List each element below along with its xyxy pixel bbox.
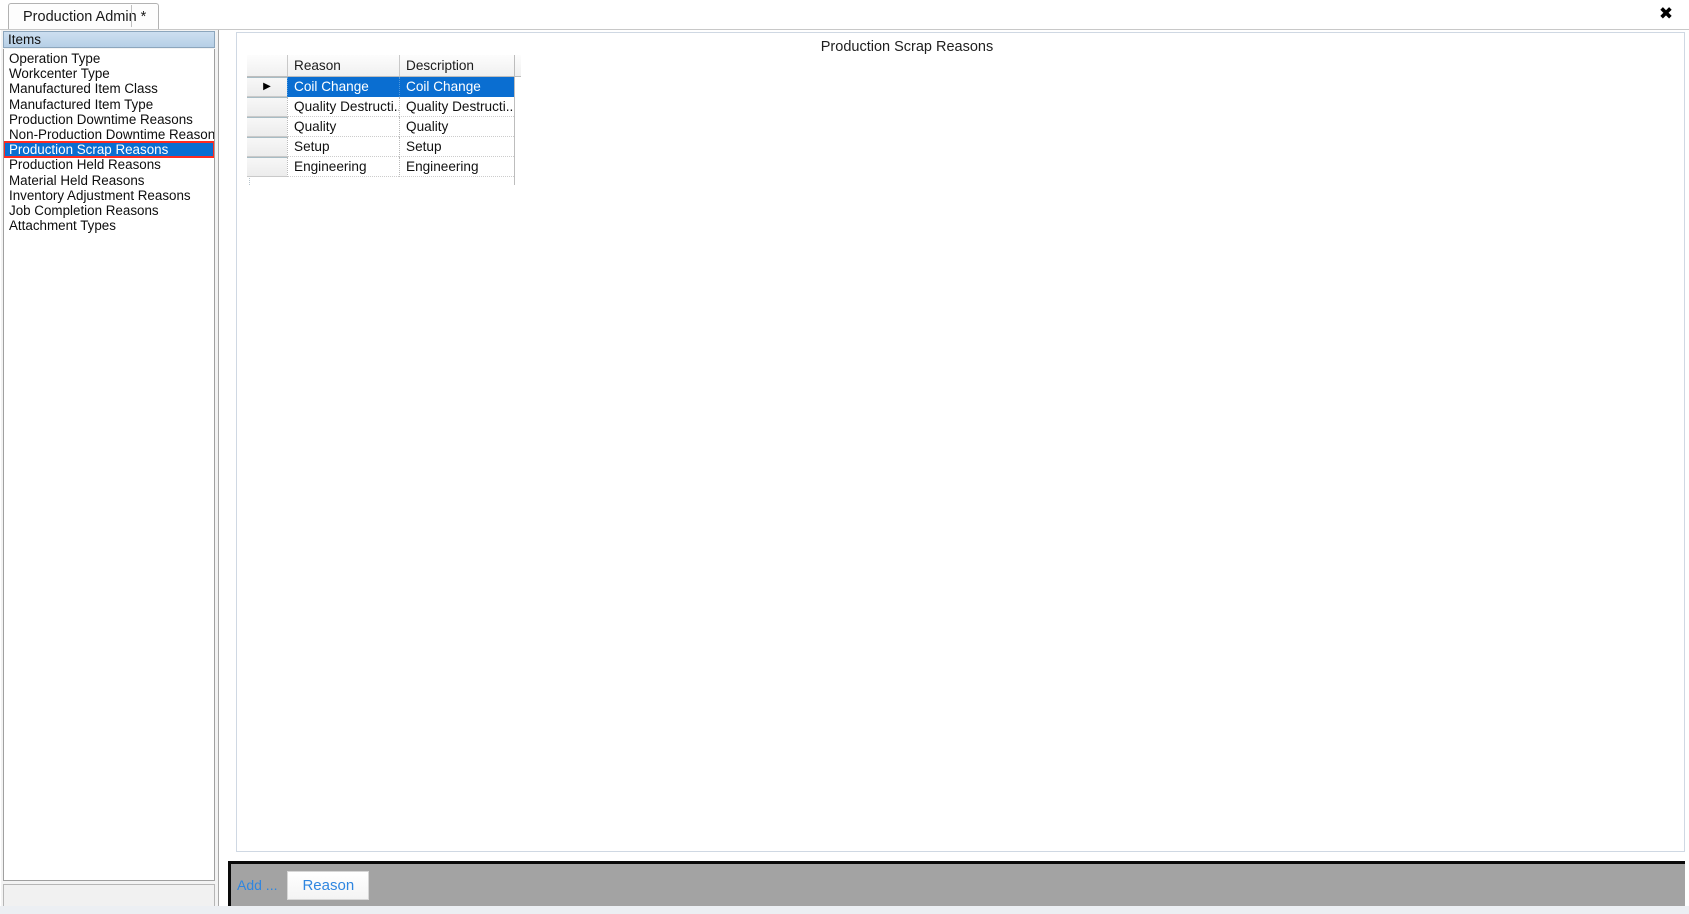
cell-reason[interactable]: Quality Destructi... — [287, 97, 399, 117]
sidebar-item-workcenter-type[interactable]: Workcenter Type — [4, 66, 214, 81]
sidebar-item-manufactured-item-type[interactable]: Manufactured Item Type — [4, 97, 214, 112]
cell-reason[interactable]: Coil Change — [287, 77, 399, 97]
sidebar-item-inventory-adjustment-reasons[interactable]: Inventory Adjustment Reasons — [4, 188, 214, 203]
sidebar-item-job-completion-reasons[interactable]: Job Completion Reasons — [4, 203, 214, 218]
sidebar-item-label: Production Downtime Reasons — [9, 111, 193, 127]
sidebar-item-label: Workcenter Type — [9, 66, 110, 82]
table-row[interactable]: Quality Destructi... Quality Destructi... — [247, 97, 521, 117]
sidebar-item-label: Non-Production Downtime Reasons — [9, 126, 215, 142]
sidebar: Items Operation Type Workcenter Type Manuf… — [1, 30, 219, 913]
bottom-toolbar: Add ... Reason — [228, 861, 1685, 906]
window-bottom-strip — [0, 906, 1689, 914]
sidebar-item-list[interactable]: Operation Type Workcenter Type Manufacture… — [3, 49, 215, 881]
cell-reason[interactable]: Engineering — [287, 157, 399, 177]
row-selector[interactable]: ▶ — [247, 77, 287, 97]
table-row[interactable]: Setup Setup — [247, 137, 521, 157]
tab-production-admin[interactable]: Production Admin * — [8, 3, 160, 29]
sidebar-item-label: Job Completion Reasons — [9, 202, 159, 218]
grid-header-row: Reason Description — [247, 55, 521, 77]
table-row[interactable]: Quality Quality — [247, 117, 521, 137]
sidebar-item-label: Production Held Reasons — [9, 157, 161, 173]
cell-reason[interactable]: Setup — [287, 137, 399, 157]
cell-reason[interactable]: Quality — [287, 117, 399, 137]
cell-description[interactable]: Setup — [399, 137, 514, 157]
tab-label: Production Admin * — [23, 8, 147, 25]
data-grid[interactable]: Reason Description ▶ Coil Change Coil Chan… — [247, 55, 521, 185]
row-marker-triangle-icon: ▶ — [263, 81, 271, 92]
sidebar-item-attachment-types[interactable]: Attachment Types — [4, 218, 214, 233]
row-selector[interactable] — [247, 157, 287, 177]
column-header-reason[interactable]: Reason — [287, 55, 399, 76]
sidebar-item-label: Operation Type — [9, 51, 101, 66]
cell-description[interactable]: Coil Change — [399, 77, 514, 97]
table-row[interactable]: Engineering Engineering — [247, 157, 521, 177]
sidebar-item-label: Material Held Reasons — [9, 172, 145, 188]
column-header-description[interactable]: Description — [399, 55, 514, 76]
sidebar-item-label: Inventory Adjustment Reasons — [9, 187, 191, 203]
main-content-area: Production Scrap Reasons Reason Descript… — [236, 32, 1685, 852]
application-window: Production Admin * ✖ Items Operation Typ… — [0, 0, 1689, 914]
sidebar-item-production-downtime-reasons[interactable]: Production Downtime Reasons — [4, 112, 214, 127]
cell-description[interactable]: Engineering — [399, 157, 514, 177]
sidebar-header-label: Items — [8, 32, 42, 47]
sidebar-item-production-held-reasons[interactable]: Production Held Reasons — [4, 157, 214, 172]
page-title: Production Scrap Reasons — [820, 39, 994, 55]
sidebar-item-label: Production Scrap Reasons — [9, 142, 169, 158]
sidebar-item-material-held-reasons[interactable]: Material Held Reasons — [4, 173, 214, 188]
sidebar-item-production-scrap-reasons[interactable]: Production Scrap Reasons — [4, 141, 214, 159]
sidebar-item-non-production-downtime-reasons[interactable]: Non-Production Downtime Reasons — [4, 127, 214, 142]
cell-description[interactable]: Quality — [399, 117, 514, 137]
grid-right-edge — [514, 55, 515, 185]
cell-description[interactable]: Quality Destructi... — [399, 97, 514, 117]
main-panel: Production Scrap Reasons Reason Descript… — [228, 32, 1685, 880]
row-selector[interactable] — [247, 137, 287, 157]
table-row[interactable]: ▶ Coil Change Coil Change — [247, 77, 521, 97]
sidebar-item-label: Manufactured Item Type — [9, 96, 154, 112]
row-selector[interactable] — [247, 97, 287, 117]
tab-strip: Production Admin * ✖ — [0, 0, 1689, 30]
sidebar-header: Items — [3, 31, 215, 48]
grid-gutter-header — [247, 55, 287, 76]
close-icon[interactable]: ✖ — [1649, 0, 1683, 28]
tab-separator — [131, 5, 132, 27]
add-label: Add ... — [237, 877, 278, 893]
sidebar-item-manufactured-item-class[interactable]: Manufactured Item Class — [4, 81, 214, 96]
grid-body: ▶ Coil Change Coil Change Quality Destructi… — [247, 77, 521, 177]
sidebar-item-label: Attachment Types — [9, 218, 116, 234]
sidebar-item-label: Manufactured Item Class — [9, 81, 158, 97]
add-reason-button[interactable]: Reason — [287, 870, 370, 900]
sidebar-item-operation-type[interactable]: Operation Type — [4, 51, 214, 66]
row-selector[interactable] — [247, 117, 287, 137]
